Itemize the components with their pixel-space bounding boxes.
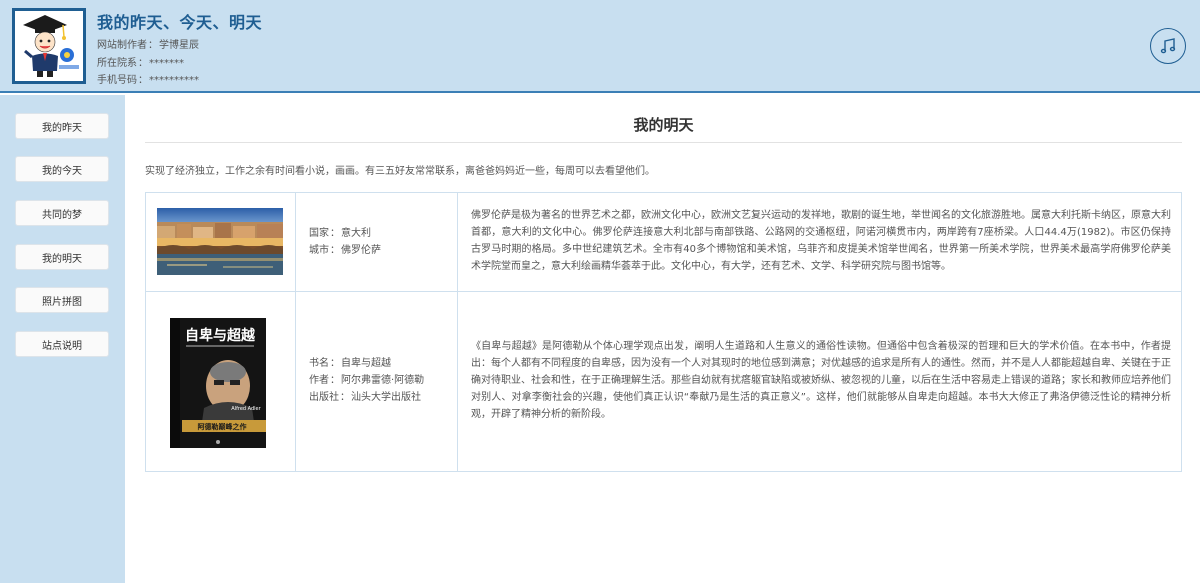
florence-description: 佛罗伦萨是极为著名的世界艺术之都，欧洲文化中心，欧洲文艺复兴运动的发祥地，歌剧的… xyxy=(471,210,1171,272)
phone-separator: ： xyxy=(138,75,148,86)
phone-line: 手机号码：********** xyxy=(97,71,199,86)
country-label: 国家 xyxy=(309,228,329,239)
music-note-icon xyxy=(1160,38,1176,54)
city-field: 城市：佛罗伦萨 xyxy=(309,242,381,259)
book-title-field: 书名：自卑与超越 xyxy=(309,355,424,372)
nav-item-yesterday[interactable]: 我的昨天 xyxy=(15,113,109,139)
department-value: ******* xyxy=(149,58,184,69)
book-cover-image: 自卑与超越 Alfred Adler 阿德勒巅峰之作 xyxy=(164,312,272,454)
book-author-value: 阿尔弗雷德·阿德勒 xyxy=(341,375,425,386)
nav-item-tomorrow[interactable]: 我的明天 xyxy=(15,244,109,270)
book-publisher-value: 汕头大学出版社 xyxy=(351,392,421,403)
page-title: 我的明天 xyxy=(633,116,694,134)
nav-item-site-info[interactable]: 站点说明 xyxy=(15,331,109,357)
book-publisher-label: 出版社 xyxy=(309,392,339,403)
author-separator: ： xyxy=(148,40,158,51)
place-info: 国家：意大利 城市：佛罗伦萨 xyxy=(309,225,381,259)
book-title-label: 书名 xyxy=(309,358,329,369)
book-author-separator: ： xyxy=(330,375,340,386)
ponte-vecchio-image-icon xyxy=(157,208,283,275)
city-value: 佛罗伦萨 xyxy=(341,245,381,256)
department-line: 所在院系：******* xyxy=(97,54,184,69)
phone-label: 手机号码 xyxy=(97,75,137,86)
book-info: 书名：自卑与超越 作者：阿尔弗雷德·阿德勒 出版社：汕头大学出版社 xyxy=(309,355,424,406)
book-author-field: 作者：阿尔弗雷德·阿德勒 xyxy=(309,372,424,389)
department-label: 所在院系 xyxy=(97,58,137,69)
country-field: 国家：意大利 xyxy=(309,225,381,242)
book-title-value: 自卑与超越 xyxy=(341,358,391,369)
book-cover-title: 自卑与超越 xyxy=(185,327,256,344)
florence-photo xyxy=(157,208,283,275)
cartoon-graduate-logo-icon xyxy=(15,11,83,81)
city-separator: ： xyxy=(330,245,340,256)
book-publisher-field: 出版社：汕头大学出版社 xyxy=(309,389,424,406)
book-cover-author: Alfred Adler xyxy=(231,406,261,412)
music-toggle-button[interactable] xyxy=(1150,28,1186,64)
book-title-separator: ： xyxy=(330,358,340,369)
title-divider xyxy=(145,142,1182,143)
row-divider xyxy=(146,291,1181,292)
country-separator: ： xyxy=(330,228,340,239)
site-logo xyxy=(12,8,86,84)
book-description: 《自卑与超越》是阿德勒从个体心理学观点出发，阐明人生道路和人生意义的通俗性读物。… xyxy=(471,341,1171,420)
nav-item-today[interactable]: 我的今天 xyxy=(15,156,109,182)
book-author-label: 作者 xyxy=(309,375,329,386)
author-label: 网站制作者 xyxy=(97,40,147,51)
book-publisher-separator: ： xyxy=(340,392,350,403)
sidebar: 我的昨天 我的今天 共同的梦 我的明天 照片拼图 站点说明 xyxy=(0,95,125,583)
author-value: 学博星辰 xyxy=(159,40,199,51)
city-label: 城市 xyxy=(309,245,329,256)
phone-value: ********** xyxy=(149,75,199,86)
intro-text: 实现了经济独立，工作之余有时间看小说，画画。有三五好友常常联系，离爸爸妈妈近一些… xyxy=(145,166,655,177)
column-divider xyxy=(457,193,458,471)
header: 我的昨天、今天、明天 网站制作者：学博星辰 所在院系：******* 手机号码：… xyxy=(0,0,1200,93)
author-line: 网站制作者：学博星辰 xyxy=(97,36,199,51)
country-value: 意大利 xyxy=(341,228,371,239)
nav-item-photo-puzzle[interactable]: 照片拼图 xyxy=(15,287,109,313)
content-table: 国家：意大利 城市：佛罗伦萨 佛罗伦萨是极为著名的世界艺术之都，欧洲文化中心，欧… xyxy=(145,192,1182,472)
department-separator: ： xyxy=(138,58,148,69)
book-cover-icon: 自卑与超越 Alfred Adler 阿德勒巅峰之作 xyxy=(164,312,272,454)
site-title: 我的昨天、今天、明天 xyxy=(97,13,263,32)
nav-item-shared-dream[interactable]: 共同的梦 xyxy=(15,200,109,226)
column-divider xyxy=(295,193,296,471)
book-cover-banner: 阿德勒巅峰之作 xyxy=(198,422,247,431)
